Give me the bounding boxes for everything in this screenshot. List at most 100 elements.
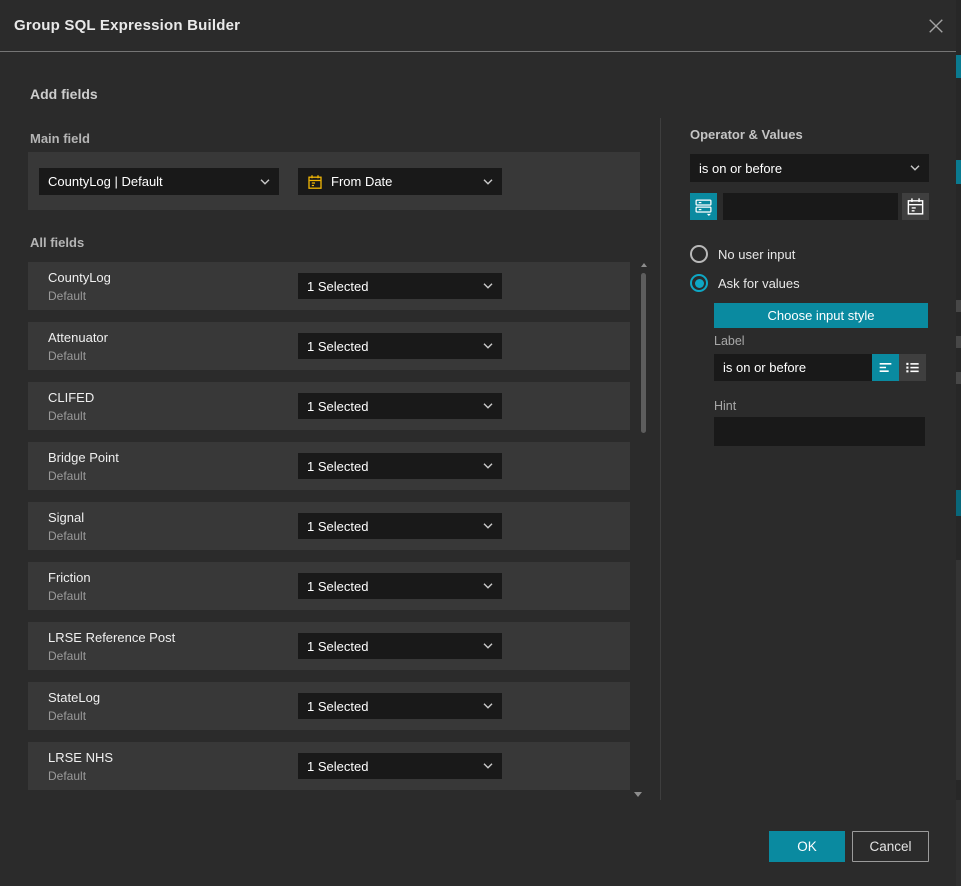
calendar-icon — [906, 197, 925, 216]
background-fragment — [956, 336, 961, 348]
field-row: CountyLog Default 1 Selected — [28, 262, 630, 310]
field-subtitle: Default — [48, 709, 86, 723]
dialog-title: Group SQL Expression Builder — [14, 0, 240, 52]
label-field-label: Label — [714, 334, 745, 348]
operator-dropdown-value: is on or before — [699, 161, 910, 176]
chevron-down-icon — [483, 523, 493, 529]
field-subtitle: Default — [48, 529, 86, 543]
background-fragment — [956, 560, 961, 780]
field-name: CLIFED — [48, 390, 94, 405]
cancel-button[interactable]: Cancel — [852, 831, 929, 862]
close-icon — [928, 18, 944, 34]
chevron-down-icon — [260, 179, 270, 185]
field-selected-dropdown[interactable]: 1 Selected — [298, 753, 502, 779]
calendar-icon — [307, 174, 323, 190]
scrollbar-thumb[interactable] — [641, 273, 646, 433]
date-picker-button[interactable] — [902, 193, 929, 220]
field-subtitle: Default — [48, 649, 86, 663]
chevron-down-icon — [483, 643, 493, 649]
field-selected-dropdown[interactable]: 1 Selected — [298, 333, 502, 359]
list-style-button[interactable] — [899, 354, 926, 381]
add-fields-heading: Add fields — [30, 86, 98, 102]
field-selected-dropdown[interactable]: 1 Selected — [298, 633, 502, 659]
field-selected-dropdown[interactable]: 1 Selected — [298, 393, 502, 419]
field-selected-dropdown-label: 1 Selected — [307, 579, 483, 594]
field-selected-dropdown-label: 1 Selected — [307, 519, 483, 534]
field-subtitle: Default — [48, 469, 86, 483]
field-row: StateLog Default 1 Selected — [28, 682, 630, 730]
background-fragment — [956, 300, 961, 312]
main-field-source-value: CountyLog | Default — [48, 174, 260, 189]
field-subtitle: Default — [48, 349, 86, 363]
chevron-down-icon — [483, 283, 493, 289]
field-selected-dropdown[interactable]: 1 Selected — [298, 453, 502, 479]
operator-values-heading: Operator & Values — [690, 127, 803, 142]
all-fields-list: CountyLog Default 1 Selected Attenuator … — [28, 262, 630, 802]
scroll-down-icon[interactable] — [634, 792, 642, 797]
chevron-down-icon — [483, 463, 493, 469]
field-selected-dropdown[interactable]: 1 Selected — [298, 573, 502, 599]
field-name: Signal — [48, 510, 84, 525]
field-name: Attenuator — [48, 330, 108, 345]
group-sql-expression-builder-dialog: Group SQL Expression Builder Add fields … — [0, 0, 961, 886]
hint-input[interactable] — [714, 417, 925, 446]
field-name: StateLog — [48, 690, 100, 705]
field-row: CLIFED Default 1 Selected — [28, 382, 630, 430]
field-row: Friction Default 1 Selected — [28, 562, 630, 610]
main-field-field-dropdown[interactable]: From Date — [298, 168, 502, 195]
field-name: Friction — [48, 570, 91, 585]
value-input[interactable] — [723, 193, 898, 220]
radio-unselected-icon — [690, 245, 708, 263]
main-field-row: CountyLog | Default From Date — [28, 152, 640, 210]
radio-no-user-input[interactable]: No user input — [690, 245, 795, 263]
field-row: Bridge Point Default 1 Selected — [28, 442, 630, 490]
field-selected-dropdown-label: 1 Selected — [307, 639, 483, 654]
field-name: LRSE NHS — [48, 750, 113, 765]
chevron-down-icon — [483, 179, 493, 185]
background-fragment — [956, 55, 961, 78]
field-selected-dropdown-label: 1 Selected — [307, 339, 483, 354]
stacked-values-icon — [694, 197, 713, 216]
panel-divider — [660, 118, 661, 800]
label-input[interactable] — [714, 354, 872, 381]
operator-dropdown[interactable]: is on or before — [690, 154, 929, 182]
close-button[interactable] — [923, 13, 949, 39]
field-selected-dropdown[interactable]: 1 Selected — [298, 273, 502, 299]
scroll-up-icon[interactable] — [641, 263, 647, 267]
field-subtitle: Default — [48, 409, 86, 423]
radio-ask-for-values-label: Ask for values — [718, 276, 800, 291]
background-app-sliver — [956, 0, 961, 886]
field-selected-dropdown-label: 1 Selected — [307, 279, 483, 294]
field-row: LRSE Reference Post Default 1 Selected — [28, 622, 630, 670]
choose-input-style-button[interactable]: Choose input style — [714, 303, 928, 328]
ok-button[interactable]: OK — [769, 831, 845, 862]
unique-values-button[interactable] — [690, 193, 717, 220]
field-selected-dropdown[interactable]: 1 Selected — [298, 693, 502, 719]
align-left-icon — [877, 359, 894, 376]
field-selected-dropdown[interactable]: 1 Selected — [298, 513, 502, 539]
chevron-down-icon — [483, 583, 493, 589]
background-fragment — [956, 490, 961, 516]
field-selected-dropdown-label: 1 Selected — [307, 699, 483, 714]
chevron-down-icon — [483, 343, 493, 349]
main-field-source-dropdown[interactable]: CountyLog | Default — [39, 168, 279, 195]
chevron-down-icon — [483, 403, 493, 409]
field-name: LRSE Reference Post — [48, 630, 175, 645]
chevron-down-icon — [483, 763, 493, 769]
field-name: Bridge Point — [48, 450, 119, 465]
field-selected-dropdown-label: 1 Selected — [307, 399, 483, 414]
field-subtitle: Default — [48, 289, 86, 303]
dialog-titlebar: Group SQL Expression Builder — [0, 0, 961, 52]
background-fragment — [956, 160, 961, 184]
radio-ask-for-values[interactable]: Ask for values — [690, 274, 800, 292]
field-subtitle: Default — [48, 589, 86, 603]
field-selected-dropdown-label: 1 Selected — [307, 459, 483, 474]
main-field-heading: Main field — [30, 131, 90, 146]
single-line-style-button[interactable] — [872, 354, 899, 381]
field-name: CountyLog — [48, 270, 111, 285]
fields-list-scrollbar[interactable] — [641, 262, 647, 792]
field-selected-dropdown-label: 1 Selected — [307, 759, 483, 774]
bulleted-list-icon — [904, 359, 921, 376]
all-fields-heading: All fields — [30, 235, 84, 250]
hint-field-label: Hint — [714, 399, 736, 413]
